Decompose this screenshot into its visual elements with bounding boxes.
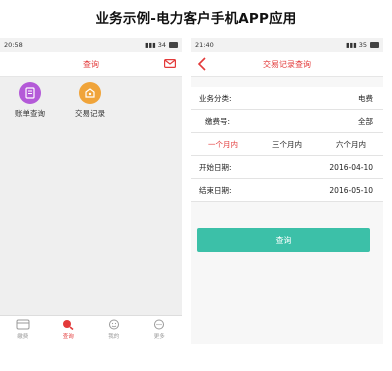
account-value: 全部 (358, 116, 373, 126)
battery-icon (370, 42, 379, 48)
tab-label: 更多 (153, 334, 165, 340)
status-time: 20:58 (4, 41, 23, 49)
nav-bar: 交易记录查询 (191, 52, 383, 77)
end-date-value: 2016-05-10 (329, 185, 373, 195)
period-three-months[interactable]: 三个月内 (255, 139, 319, 150)
end-date-row[interactable]: 结束日期: 2016-05-10 (191, 179, 383, 202)
start-date-row[interactable]: 开始日期: 2016-04-10 (191, 156, 383, 179)
query-button[interactable]: 查询 (197, 228, 370, 252)
menu-item-bill-query[interactable]: 账单查询 (0, 82, 60, 119)
bill-icon (19, 82, 41, 104)
query-menu: 账单查询 交易记录 (0, 77, 182, 119)
search-icon (63, 320, 74, 330)
menu-label: 账单查询 (15, 109, 45, 118)
transaction-query-screen: 21:40 ▮▮▮ 35 交易记录查询 业务分类: 电费 缴费号: 全部 一个月… (191, 38, 383, 344)
card-icon (16, 319, 30, 330)
smile-icon (108, 319, 119, 330)
tab-label: 缴费 (17, 334, 29, 340)
nav-bar: 查询 (0, 52, 182, 77)
category-label: 业务分类: (199, 93, 232, 103)
query-form: 业务分类: 电费 缴费号: 全部 一个月内 三个月内 六个月内 开始日期: 20… (191, 87, 383, 202)
tab-mine[interactable]: 我的 (91, 316, 137, 344)
tab-query[interactable]: 查询 (46, 316, 92, 344)
query-screen: 20:58 ▮▮▮ 34 查询 账单查询 交易记录 缴费 查询 我的 更多 (0, 38, 182, 344)
end-date-label: 结束日期: (199, 185, 232, 195)
status-icons: ▮▮▮ 34 (145, 41, 178, 49)
page-title: 业务示例-电力客户手机APP应用 (95, 11, 297, 27)
category-row[interactable]: 业务分类: 电费 (191, 87, 383, 110)
nav-title: 交易记录查询 (263, 59, 311, 69)
status-time: 21:40 (195, 41, 214, 49)
tab-label: 我的 (108, 334, 120, 340)
category-value: 电费 (358, 93, 373, 103)
status-bar: 20:58 ▮▮▮ 34 (0, 38, 182, 52)
signal-icon: ▮▮▮ (144, 41, 156, 49)
mail-icon[interactable] (164, 59, 176, 68)
status-icons: ▮▮▮ 35 (346, 41, 379, 49)
tab-more[interactable]: 更多 (137, 316, 183, 344)
status-bar: 21:40 ▮▮▮ 35 (191, 38, 383, 52)
battery-level: 34 (157, 41, 166, 49)
account-label: 缴费号: (205, 116, 231, 126)
account-row[interactable]: 缴费号: 全部 (191, 110, 383, 133)
nav-title: 查询 (83, 59, 99, 69)
period-six-months[interactable]: 六个月内 (319, 139, 383, 150)
back-icon[interactable] (197, 57, 207, 71)
start-date-value: 2016-04-10 (329, 162, 373, 172)
battery-level: 35 (358, 41, 367, 49)
battery-icon (169, 42, 178, 48)
signal-icon: ▮▮▮ (345, 41, 357, 49)
bottom-tab-bar: 缴费 查询 我的 更多 (0, 315, 182, 344)
wallet-icon (79, 82, 101, 104)
period-selector: 一个月内 三个月内 六个月内 (191, 133, 383, 156)
menu-label: 交易记录 (75, 109, 105, 118)
more-icon (154, 319, 165, 330)
tab-pay[interactable]: 缴费 (0, 316, 46, 344)
tab-label: 查询 (62, 334, 74, 340)
menu-item-transaction-record[interactable]: 交易记录 (60, 82, 120, 119)
period-one-month[interactable]: 一个月内 (191, 139, 255, 150)
start-date-label: 开始日期: (199, 162, 232, 172)
